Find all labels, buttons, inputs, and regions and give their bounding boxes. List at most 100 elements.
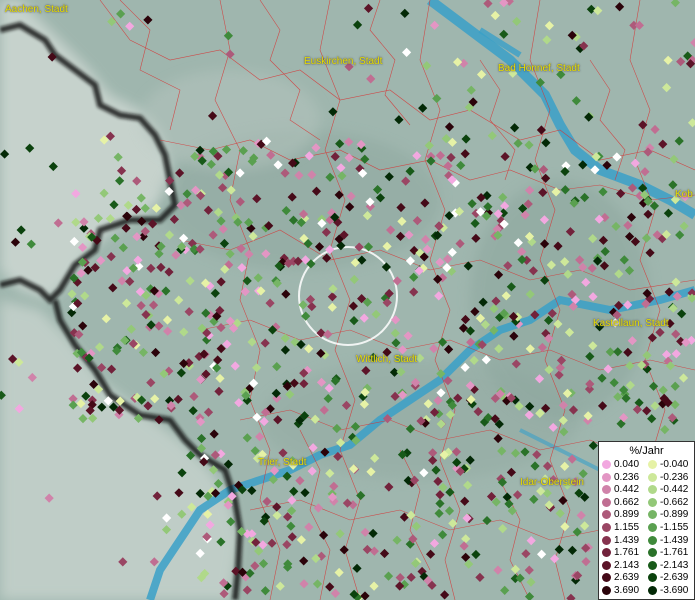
- legend-value-negative: -1.439: [660, 534, 689, 546]
- station-point: [493, 270, 504, 280]
- station-point: [240, 287, 250, 297]
- station-point: [294, 170, 304, 180]
- station-point: [650, 401, 660, 411]
- station-point: [182, 189, 192, 199]
- station-point: [48, 161, 58, 172]
- station-point: [555, 363, 565, 373]
- station-point: [487, 131, 497, 141]
- station-point: [460, 149, 470, 159]
- legend-row: 0.899 -0.899: [602, 509, 694, 520]
- station-point: [281, 206, 291, 216]
- station-point: [282, 471, 292, 481]
- station-point: [541, 138, 551, 148]
- station-point: [412, 216, 422, 226]
- station-point: [630, 158, 640, 168]
- station-point: [451, 447, 462, 457]
- legend-value-positive: 3.690: [614, 585, 640, 596]
- station-point: [346, 191, 356, 201]
- station-point: [209, 429, 219, 439]
- legend-value-negative: -1.155: [660, 522, 689, 533]
- station-point: [272, 502, 282, 512]
- station-point: [500, 151, 510, 162]
- station-point: [132, 232, 142, 242]
- legend-row: 2.639 -2.639: [602, 572, 694, 583]
- station-point: [396, 202, 406, 213]
- legend-value-positive: 1.439: [614, 534, 640, 546]
- station-point: [177, 468, 187, 478]
- station-point: [655, 327, 665, 337]
- station-point: [670, 400, 680, 410]
- station-point: [161, 286, 171, 296]
- station-point: [348, 301, 358, 311]
- station-point: [433, 395, 443, 406]
- legend-value-positive: 2.639: [614, 572, 640, 584]
- station-point: [215, 373, 225, 384]
- station-point: [335, 529, 345, 539]
- station-point: [327, 302, 337, 312]
- map-view[interactable]: Aachen, Stadt Euskirchen, Stadt Bad Honn…: [0, 0, 695, 600]
- legend-value-positive: 1.761: [614, 547, 640, 559]
- station-point: [455, 239, 465, 249]
- station-point: [512, 490, 523, 500]
- station-point: [369, 581, 379, 591]
- station-point: [435, 150, 445, 161]
- station-point: [350, 421, 361, 432]
- station-point: [476, 69, 487, 80]
- station-point: [645, 248, 655, 258]
- station-point: [259, 416, 269, 427]
- station-point: [382, 414, 393, 424]
- station-point: [478, 297, 488, 307]
- station-point: [677, 309, 687, 319]
- station-point: [260, 586, 270, 596]
- station-point: [375, 193, 386, 203]
- station-point: [363, 3, 374, 13]
- station-point: [613, 347, 623, 357]
- station-point: [663, 208, 674, 218]
- station-point: [475, 313, 486, 323]
- station-point: [625, 361, 635, 371]
- station-point: [79, 217, 89, 227]
- station-point: [658, 139, 668, 149]
- station-point: [161, 525, 172, 535]
- station-point: [47, 52, 57, 62]
- legend-swatch-positive: [602, 586, 611, 595]
- station-point: [542, 488, 552, 498]
- station-point: [247, 485, 257, 496]
- station-point: [590, 165, 600, 175]
- station-point: [312, 579, 323, 589]
- station-point: [401, 176, 411, 186]
- station-point: [136, 193, 146, 203]
- station-point: [99, 188, 109, 198]
- station-point: [266, 150, 276, 160]
- station-point: [330, 152, 340, 162]
- station-point: [396, 367, 406, 377]
- station-point: [339, 545, 349, 555]
- station-point: [510, 564, 521, 574]
- station-point: [585, 379, 595, 389]
- station-point: [420, 198, 430, 208]
- station-point: [493, 433, 503, 444]
- station-point: [354, 242, 364, 252]
- station-point: [598, 187, 608, 197]
- station-point: [584, 112, 594, 122]
- city-label-euskirchen: Euskirchen, Stadt: [304, 56, 383, 67]
- station-point: [597, 401, 608, 411]
- station-point: [534, 374, 545, 384]
- station-point: [627, 183, 638, 193]
- station-point: [641, 233, 652, 243]
- station-point: [27, 372, 37, 383]
- station-point: [300, 488, 310, 498]
- station-point: [174, 488, 184, 498]
- station-point: [359, 313, 369, 323]
- station-point: [386, 225, 396, 235]
- station-point: [107, 17, 117, 27]
- station-point: [412, 151, 422, 161]
- station-point: [511, 359, 521, 369]
- station-point: [97, 362, 107, 373]
- station-point: [208, 465, 219, 475]
- station-point: [524, 140, 534, 150]
- station-point: [117, 276, 127, 286]
- station-point: [500, 585, 510, 595]
- station-point: [537, 342, 547, 353]
- station-point: [452, 457, 462, 468]
